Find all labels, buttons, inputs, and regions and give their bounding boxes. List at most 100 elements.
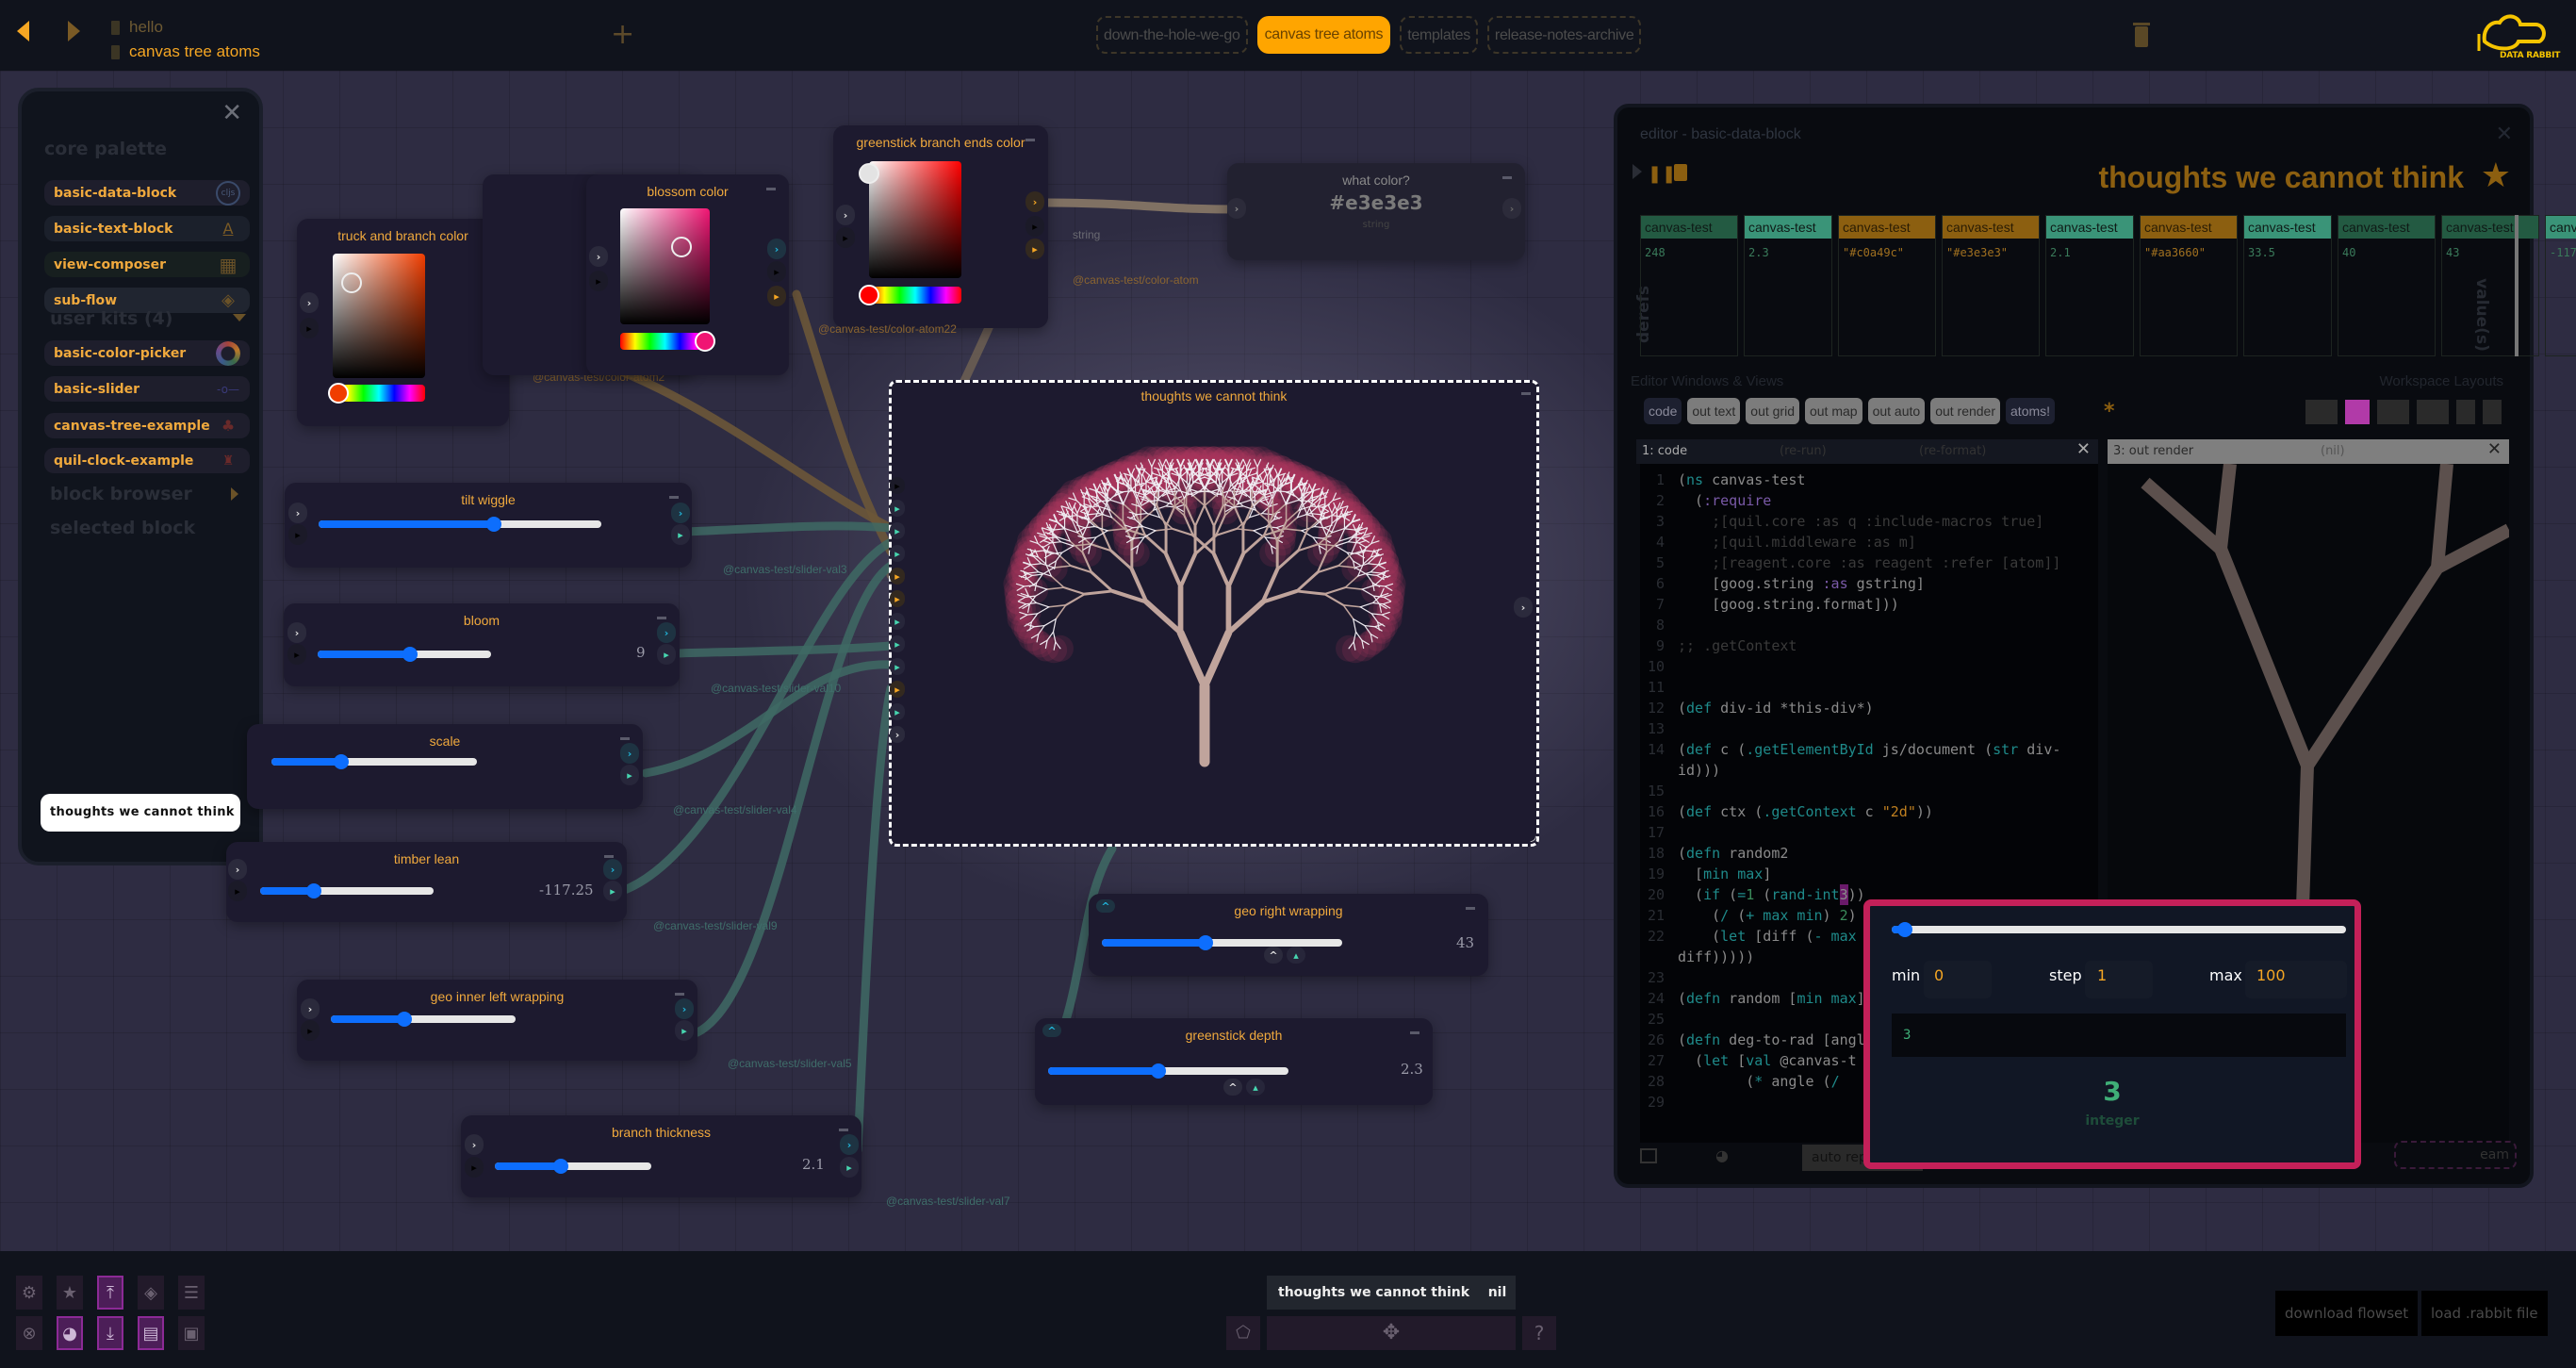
input-port-icon[interactable]: ^ xyxy=(1096,899,1115,913)
hue-slider[interactable] xyxy=(859,285,961,305)
settings-gear-icon[interactable]: ⚙ xyxy=(16,1276,42,1310)
palette-icon[interactable]: ◕ xyxy=(1715,1146,1729,1164)
minimize-icon[interactable] xyxy=(1410,1031,1419,1034)
hue-knob[interactable] xyxy=(859,285,879,305)
minimize-icon[interactable] xyxy=(675,993,684,996)
view-button-out-render[interactable]: out render xyxy=(1930,398,2001,424)
color-block-greenstick[interactable]: greenstick branch ends color › ▸ › ▸ ▸ xyxy=(833,125,1048,328)
slider-block-scale[interactable]: scale › ▸ xyxy=(247,724,643,809)
render-block-thoughts[interactable]: thoughts we cannot think ▸ ▸ ▸ ▸ ▸ ▸ ▸ ▸ ▸ ▸ ▸ › › … xyxy=(889,380,1539,847)
output-port-icon[interactable]: › xyxy=(1025,191,1044,212)
upload-icon[interactable]: ⤒ xyxy=(97,1276,123,1310)
sv-knob[interactable] xyxy=(341,272,362,293)
output-port-icon[interactable]: ▸ xyxy=(620,765,639,785)
layout-option[interactable] xyxy=(2483,400,2502,424)
input-port-icon[interactable]: › xyxy=(836,205,855,225)
palette-item-quil-clock-example[interactable]: quil-clock-example ♜ xyxy=(44,448,250,473)
deref-column[interactable]: canvas-test -117.25 xyxy=(2545,215,2576,356)
input-port-icon[interactable]: › xyxy=(288,503,307,523)
tag-icon[interactable]: ⬠ xyxy=(1226,1316,1260,1350)
output-port-icon[interactable]: › xyxy=(603,859,622,880)
pause-icon[interactable]: ❚❚ xyxy=(1648,164,1676,184)
output-port-icon[interactable]: › xyxy=(620,743,639,764)
output-port-icon[interactable]: ▸ xyxy=(1025,216,1044,237)
close-circle-icon[interactable]: ⊗ xyxy=(16,1316,42,1350)
download-flowset-button[interactable]: download flowset xyxy=(2275,1291,2419,1336)
close-icon[interactable]: ✕ xyxy=(2076,439,2091,459)
deref-column[interactable]: canvas-test "#aa3660" xyxy=(2140,215,2238,356)
input-port-icon[interactable]: ▸ xyxy=(287,644,306,665)
deref-column[interactable]: canvas-test "#c0a49c" xyxy=(1838,215,1936,356)
step-input[interactable] xyxy=(2085,961,2153,998)
saturation-value-picker[interactable] xyxy=(620,208,710,324)
minimize-icon[interactable] xyxy=(1466,907,1475,910)
folder-star-icon[interactable]: ★ xyxy=(57,1276,83,1310)
load-rabbit-file-button[interactable]: load .rabbit file xyxy=(2421,1291,2548,1336)
trash-icon[interactable] xyxy=(2133,23,2150,47)
color-block-truck-branch[interactable]: truck and branch color › ▸ › ▸ ▸ xyxy=(297,219,509,426)
chevron-down-icon[interactable] xyxy=(233,314,246,321)
tab-canvas-tree-atoms[interactable]: canvas tree atoms xyxy=(1256,16,1391,54)
deref-column[interactable]: canvas-test 248 xyxy=(1640,215,1738,356)
value-slider[interactable] xyxy=(331,1012,516,1027)
view-button-atoms-[interactable]: atoms! xyxy=(2006,398,2056,424)
deref-column[interactable]: canvas-test 43 xyxy=(2441,215,2539,356)
tab-templates[interactable]: templates xyxy=(1400,16,1478,54)
value-slider[interactable] xyxy=(318,647,491,662)
input-port-icon[interactable]: ▸ xyxy=(288,524,307,545)
slider-block-timber-lean[interactable]: timber lean › ▸ › ▸ -117.25 xyxy=(226,842,627,922)
input-port-icon[interactable]: › xyxy=(1227,198,1246,219)
trash-icon[interactable] xyxy=(1674,164,1687,181)
hue-slider[interactable] xyxy=(328,383,425,404)
input-port-icon[interactable]: › xyxy=(301,998,320,1019)
image-frame-icon[interactable]: ▣ xyxy=(178,1316,205,1350)
output-port-icon[interactable]: › xyxy=(657,622,676,643)
output-port-icon[interactable]: ▸ xyxy=(767,286,786,306)
input-port-icon[interactable]: ▸ xyxy=(589,271,608,291)
close-icon[interactable]: ✕ xyxy=(2496,123,2513,146)
slider-block-bloom[interactable]: bloom › ▸ › ▸ 9 xyxy=(284,603,680,686)
input-port-icon[interactable]: ▸ xyxy=(228,881,247,901)
minimize-icon[interactable] xyxy=(1025,139,1035,141)
star-icon[interactable]: ★ xyxy=(2481,157,2511,195)
minimize-icon[interactable] xyxy=(620,737,630,740)
resize-handle-icon[interactable]: ◞ xyxy=(1531,826,1536,844)
layout-option[interactable] xyxy=(2305,400,2338,424)
view-button-out-map[interactable]: out map xyxy=(1804,398,1862,424)
popup-slider[interactable] xyxy=(1892,922,2346,937)
palette-item-view-composer[interactable]: view-composer ▦ xyxy=(44,252,250,277)
selected-block-name[interactable]: thoughts we cannot think xyxy=(1267,1276,1482,1310)
input-port-icon[interactable]: ▸ xyxy=(836,227,855,248)
asterisk-icon[interactable]: * xyxy=(2104,400,2115,423)
value-slider[interactable] xyxy=(319,517,601,532)
output-port-icon[interactable]: › xyxy=(840,1134,859,1155)
saturation-value-picker[interactable] xyxy=(333,254,425,378)
output-port-icon[interactable]: ▸ xyxy=(671,524,690,545)
layout-option-selected[interactable] xyxy=(2345,400,2370,424)
output-port-icon[interactable]: › xyxy=(767,239,786,259)
slider-block-geo-right[interactable]: geo right wrapping ^ ^ ▴ 43 xyxy=(1089,894,1488,976)
input-port-icon[interactable]: ▸ xyxy=(300,318,319,338)
input-port-icon[interactable]: › xyxy=(287,622,306,643)
deref-column[interactable]: canvas-test 40 xyxy=(2338,215,2436,356)
palette-item-basic-data-block[interactable]: basic-data-block cljs xyxy=(44,180,250,206)
hue-slider[interactable] xyxy=(620,331,715,352)
value-slider[interactable] xyxy=(1048,1063,1288,1079)
input-port-icon[interactable]: › xyxy=(465,1134,484,1155)
input-port-icon[interactable]: ^ xyxy=(1042,1024,1061,1037)
stream-button[interactable]: eam xyxy=(2394,1141,2517,1169)
selected-block-value[interactable]: thoughts we cannot think xyxy=(41,794,240,832)
input-port-icon[interactable]: › xyxy=(300,292,319,313)
help-icon[interactable]: ? xyxy=(1522,1316,1556,1350)
output-port-icon[interactable]: ^ xyxy=(1264,947,1283,964)
layers-icon[interactable]: ◈ xyxy=(138,1276,164,1310)
input-port-icon[interactable]: ▸ xyxy=(465,1157,484,1178)
value-slider[interactable] xyxy=(495,1159,651,1174)
input-port-icon[interactable]: ▸ xyxy=(301,1020,320,1041)
saturation-value-picker[interactable] xyxy=(859,161,961,278)
tab-down-the-hole[interactable]: down-the-hole-we-go xyxy=(1096,16,1248,54)
move-arrows-icon[interactable]: ✥ xyxy=(1267,1316,1516,1350)
block-browser-title[interactable]: block browser xyxy=(50,484,192,504)
rerun-button[interactable]: (re-run) xyxy=(1780,444,1827,458)
value-slider[interactable] xyxy=(271,754,477,769)
